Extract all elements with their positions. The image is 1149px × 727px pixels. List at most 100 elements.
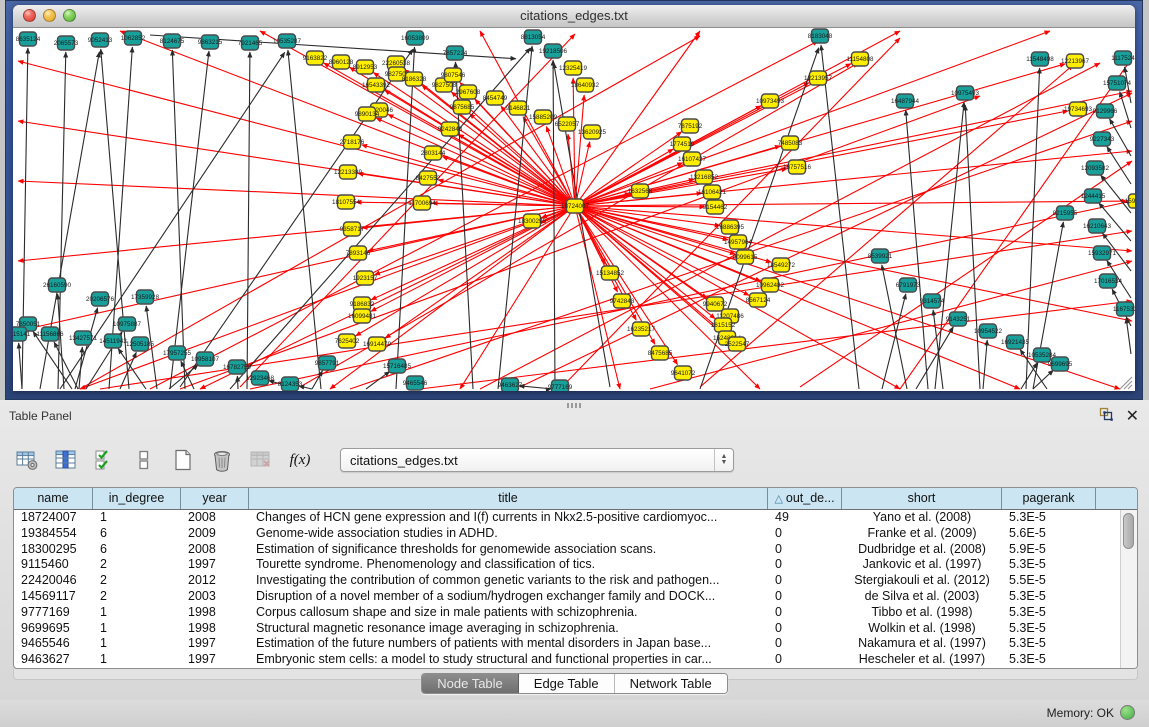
black-edge[interactable]: [882, 294, 906, 389]
delete-trash-button[interactable]: [209, 447, 235, 473]
network-node-teal[interactable]: 16053809: [401, 31, 430, 45]
table-chooser-dropdown[interactable]: citations_edges.txt ▲▼: [340, 448, 734, 472]
table-vertical-scrollbar[interactable]: [1120, 510, 1137, 668]
network-node-yellow[interactable]: 8912953: [353, 60, 378, 74]
table-row[interactable]: 1872400712008Changes of HCN gene express…: [14, 510, 1121, 526]
network-node-yellow[interactable]: 9146821: [506, 101, 531, 115]
column-header-out_de[interactable]: △out_de...: [768, 488, 842, 509]
column-header-in_degree[interactable]: in_degree: [93, 488, 181, 509]
network-node-teal[interactable]: 9777169: [548, 380, 573, 391]
black-edge[interactable]: [19, 343, 22, 389]
network-node-yellow[interactable]: 1595832: [1125, 194, 1135, 208]
network-node-teal[interactable]: 9699695: [1048, 357, 1073, 371]
network-node-teal[interactable]: 7921465: [238, 36, 263, 50]
select-all-button[interactable]: [92, 447, 118, 473]
network-node-teal[interactable]: 20206576: [86, 292, 115, 306]
network-node-teal[interactable]: 12923468: [246, 371, 275, 385]
network-node-yellow[interactable]: 16106421: [698, 185, 727, 199]
column-header-name[interactable]: name: [14, 488, 93, 509]
network-node-yellow[interactable]: 12213389: [334, 165, 363, 179]
network-node-yellow[interactable]: 18640932: [571, 78, 600, 92]
network-node-teal[interactable]: 17957255: [163, 346, 192, 360]
network-node-teal[interactable]: 8813054: [521, 30, 546, 44]
network-node-teal[interactable]: 1167533: [1113, 302, 1135, 316]
red-edge[interactable]: [575, 201, 1127, 206]
network-node-teal[interactable]: 15751074: [1103, 76, 1132, 90]
network-node-teal[interactable]: 15716485: [383, 359, 412, 373]
network-node-teal[interactable]: 9052413: [88, 33, 113, 47]
network-node-yellow[interactable]: 16914479: [363, 337, 392, 351]
network-node-yellow[interactable]: 12213967: [1061, 54, 1090, 68]
network-node-teal[interactable]: 9129966: [1093, 104, 1118, 118]
select-column-button[interactable]: [53, 447, 79, 473]
network-node-teal[interactable]: 16210643: [1083, 219, 1112, 233]
network-node-yellow[interactable]: 1632568: [628, 184, 653, 198]
column-header-title[interactable]: title: [249, 488, 768, 509]
network-node-teal[interactable]: 9465546: [403, 376, 428, 390]
network-node-yellow[interactable]: 12325419: [559, 61, 588, 75]
panel-splitter-handle[interactable]: [567, 403, 583, 408]
network-node-yellow[interactable]: 2718176: [340, 135, 365, 149]
network-node-yellow[interactable]: 18549272: [767, 258, 796, 272]
red-edge[interactable]: [520, 93, 1132, 387]
network-node-yellow[interactable]: 16107427: [678, 152, 707, 166]
network-node-teal[interactable]: 9314574: [920, 294, 945, 308]
black-edge[interactable]: [79, 347, 82, 389]
network-node-yellow[interactable]: 18107554: [332, 195, 361, 209]
network-node-yellow[interactable]: 13620925: [578, 125, 607, 139]
function-builder-button[interactable]: f(x): [287, 447, 313, 473]
black-edge[interactable]: [1120, 92, 1131, 128]
network-node-teal[interactable]: 8124675: [160, 34, 185, 48]
black-edge[interactable]: [935, 102, 964, 389]
network-node-yellow[interactable]: 2967608: [456, 85, 481, 99]
network-node-yellow[interactable]: 9742848: [610, 294, 635, 308]
network-node-yellow[interactable]: 9358717: [340, 222, 365, 236]
red-edge[interactable]: [575, 163, 683, 206]
black-edge[interactable]: [247, 52, 250, 389]
black-edge[interactable]: [553, 60, 555, 389]
column-header-short[interactable]: short: [842, 488, 1002, 509]
network-node-yellow[interactable]: 8427552: [416, 171, 441, 185]
network-node-yellow[interactable]: 7485083: [778, 136, 803, 150]
network-node-yellow[interactable]: 1923157: [353, 271, 378, 285]
table-row[interactable]: 946554611997Estimation of the future num…: [14, 636, 1121, 652]
network-node-teal[interactable]: 9863215: [198, 35, 223, 49]
network-node-teal[interactable]: 17359928: [131, 290, 160, 304]
red-edge[interactable]: [385, 206, 575, 338]
black-edge[interactable]: [172, 50, 185, 389]
float-panel-icon[interactable]: [1098, 406, 1114, 427]
red-edge[interactable]: [575, 31, 700, 206]
network-node-teal[interactable]: 8539921: [868, 249, 893, 263]
network-node-yellow[interactable]: 9807546: [441, 68, 466, 82]
network-node-teal[interactable]: 11548498: [1026, 52, 1054, 66]
tab-node-table[interactable]: Node Table: [422, 674, 519, 693]
network-node-teal[interactable]: 9227343: [1090, 132, 1115, 146]
memory-status-icon[interactable]: [1120, 705, 1135, 720]
black-edge[interactable]: [983, 340, 987, 389]
network-node-yellow[interactable]: 6522057: [555, 117, 580, 131]
scrollbar-thumb[interactable]: [1123, 513, 1134, 549]
table-row[interactable]: 946362711997Embryonic stem cells: a mode…: [14, 652, 1121, 668]
network-node-teal[interactable]: 2065573: [54, 36, 79, 50]
tab-network-table[interactable]: Network Table: [615, 674, 727, 693]
table-row[interactable]: 1830029562008Estimation of significance …: [14, 542, 1121, 558]
network-node-teal[interactable]: 16921435: [1001, 335, 1030, 349]
table-row[interactable]: 2242004622012Investigating the contribut…: [14, 573, 1121, 589]
deselect-all-button[interactable]: [131, 447, 157, 473]
black-edge[interactable]: [237, 376, 238, 389]
table-row[interactable]: 969969511998Structural magnetic resonanc…: [14, 621, 1121, 637]
network-node-teal[interactable]: 10954522: [974, 324, 1003, 338]
network-node-teal[interactable]: 16487944: [891, 94, 920, 108]
network-window-titlebar[interactable]: citations_edges.txt: [13, 5, 1135, 28]
network-node-teal[interactable]: 17016534: [1094, 274, 1123, 288]
column-header-pagerank[interactable]: pagerank: [1002, 488, 1096, 509]
close-panel-icon[interactable]: ✕: [1126, 409, 1139, 425]
tab-edge-table[interactable]: Edge Table: [519, 674, 615, 693]
network-node-yellow[interactable]: 11700694: [408, 196, 436, 210]
network-node-yellow[interactable]: 16886395: [716, 220, 745, 234]
network-node-yellow[interactable]: 7893146: [346, 246, 371, 260]
network-node-teal[interactable]: 10535287: [273, 34, 302, 48]
network-node-yellow[interactable]: 9875685: [450, 100, 475, 114]
network-node-teal[interactable]: 8183048: [808, 29, 833, 43]
network-node-teal[interactable]: 8635124: [16, 32, 41, 46]
